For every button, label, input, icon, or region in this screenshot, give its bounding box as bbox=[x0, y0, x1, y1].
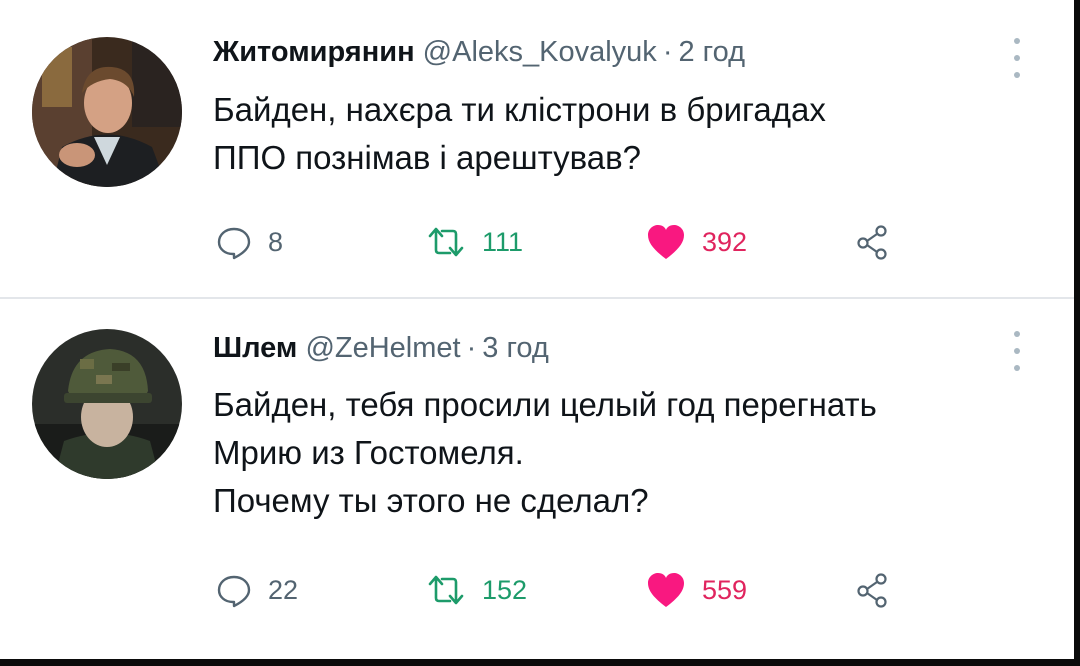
author-name[interactable]: Житомирянин bbox=[213, 36, 415, 68]
share-nodes-icon bbox=[857, 225, 887, 260]
like-count: 392 bbox=[702, 226, 748, 257]
speech-bubble-icon bbox=[217, 575, 251, 608]
retweet-arrows-icon bbox=[428, 227, 464, 257]
reply-button[interactable]: 22 bbox=[216, 570, 298, 610]
tweet-text-line: Байден, тебя просили целый год перегнать bbox=[213, 386, 877, 423]
retweet-count: 152 bbox=[482, 574, 528, 605]
screen-frame-bottom bbox=[0, 659, 1080, 666]
tweet-text-line: Почему ты этого не сделал? bbox=[213, 482, 649, 519]
header-separator: · bbox=[466, 332, 477, 364]
share-button[interactable] bbox=[856, 570, 890, 610]
tweet-timestamp[interactable]: 3 год bbox=[482, 332, 549, 364]
like-button[interactable]: 559 bbox=[646, 570, 747, 610]
tweet-card[interactable]: Житомирянин @Aleks_Kovalyuk · 2 год Байден… bbox=[0, 0, 1074, 297]
tweet-text: Байден, нахєра ти клістрони в бригадах П… bbox=[213, 86, 826, 182]
reply-count: 22 bbox=[268, 574, 299, 605]
tweet-text-line: ППО познімав і арештував? bbox=[213, 139, 641, 176]
tweet-timestamp[interactable]: 2 год bbox=[678, 36, 745, 68]
tweet-header: Шлем @ZeHelmet · 3 год bbox=[213, 332, 549, 365]
header-separator: · bbox=[662, 36, 673, 68]
share-nodes-icon bbox=[857, 573, 887, 608]
retweet-button[interactable]: 152 bbox=[426, 570, 527, 610]
like-count: 559 bbox=[702, 574, 748, 605]
tweet-actions: 8 111 392 bbox=[216, 222, 916, 262]
speech-bubble-icon bbox=[217, 227, 251, 260]
retweet-arrows-icon bbox=[428, 575, 464, 605]
tweet-header: Житомирянин @Aleks_Kovalyuk · 2 год bbox=[213, 36, 745, 69]
retweet-button[interactable]: 111 bbox=[426, 222, 523, 262]
share-button[interactable] bbox=[856, 222, 890, 262]
author-handle[interactable]: @Aleks_Kovalyuk bbox=[423, 36, 657, 68]
author-name[interactable]: Шлем bbox=[213, 332, 297, 364]
reply-count: 8 bbox=[268, 226, 284, 257]
avatar[interactable] bbox=[32, 37, 182, 187]
tweet-card[interactable]: Шлем @ZeHelmet · 3 год Байден, тебя просил… bbox=[0, 299, 1074, 659]
more-options-icon[interactable] bbox=[1012, 331, 1022, 371]
author-handle[interactable]: @ZeHelmet bbox=[305, 332, 460, 364]
tweet-text-line: Байден, нахєра ти клістрони в бригадах bbox=[213, 91, 826, 128]
tweet-text: Байден, тебя просили целый год перегнать… bbox=[213, 381, 877, 525]
like-button[interactable]: 392 bbox=[646, 222, 747, 262]
screen-frame-right bbox=[1074, 0, 1080, 666]
heart-icon bbox=[648, 573, 684, 607]
tweet-text-line: Мрию из Гостомеля. bbox=[213, 434, 524, 471]
tweet-actions: 22 152 559 bbox=[216, 570, 916, 610]
more-options-icon[interactable] bbox=[1012, 38, 1022, 78]
reply-button[interactable]: 8 bbox=[216, 222, 283, 262]
heart-icon bbox=[648, 225, 684, 259]
retweet-count: 111 bbox=[482, 226, 524, 257]
avatar[interactable] bbox=[32, 329, 182, 479]
